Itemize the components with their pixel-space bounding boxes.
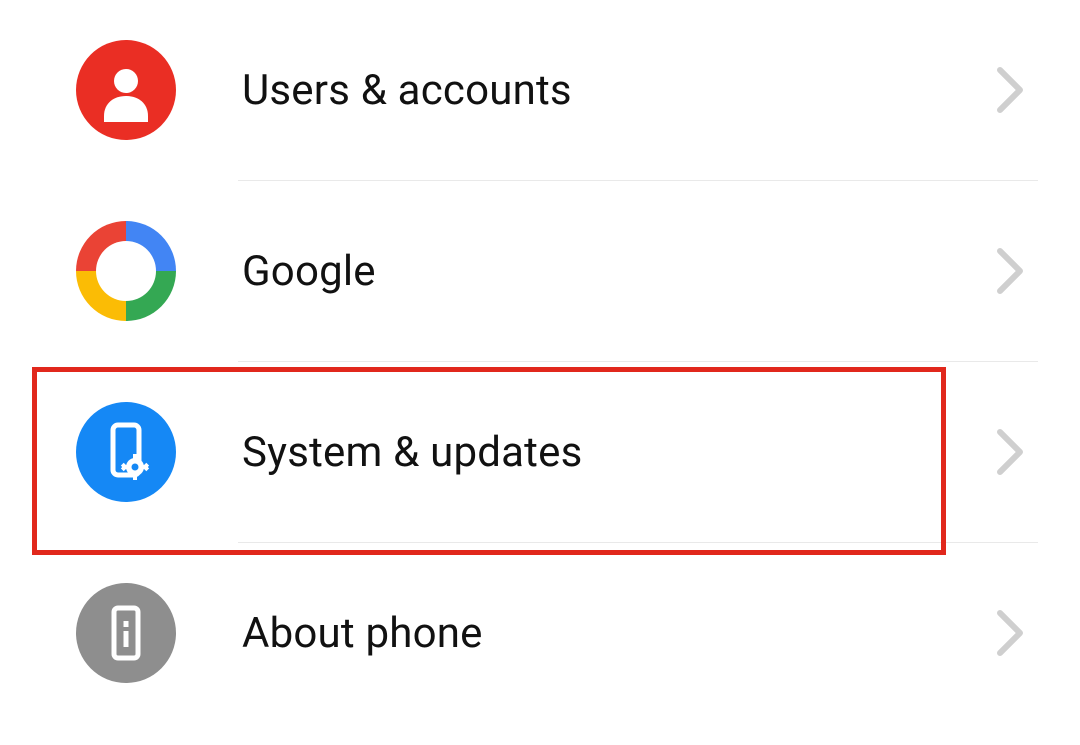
- chevron-right-icon: [994, 64, 1028, 116]
- google-icon: [76, 221, 176, 321]
- settings-row-label: Users & accounts: [176, 66, 994, 115]
- settings-row-label: About phone: [176, 609, 994, 658]
- settings-list: Users & accounts Google: [0, 0, 1080, 723]
- phone-info-icon: [76, 583, 176, 683]
- chevron-right-icon: [994, 245, 1028, 297]
- phone-gear-icon: [76, 402, 176, 502]
- settings-row-google[interactable]: Google: [0, 181, 1080, 361]
- settings-row-about-phone[interactable]: About phone: [0, 543, 1080, 723]
- chevron-right-icon: [994, 607, 1028, 659]
- person-icon: [76, 40, 176, 140]
- settings-row-label: System & updates: [176, 428, 994, 477]
- chevron-right-icon: [994, 426, 1028, 478]
- settings-row-label: Google: [176, 247, 994, 296]
- settings-row-users-accounts[interactable]: Users & accounts: [0, 0, 1080, 180]
- settings-row-system-updates[interactable]: System & updates: [0, 362, 1080, 542]
